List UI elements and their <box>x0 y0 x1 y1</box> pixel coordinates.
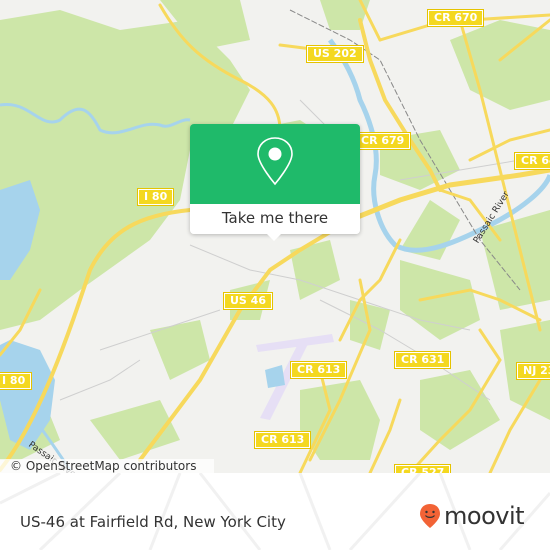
road-shield-us-202: US 202 <box>306 45 364 63</box>
footer: US-46 at Fairfield Rd, New York City moo… <box>0 473 550 550</box>
road-shield-cr-527: CR 527 <box>393 464 452 473</box>
map-attribution[interactable]: © OpenStreetMap contributors <box>0 459 214 473</box>
road-shield-cr-679: CR 679 <box>353 132 412 150</box>
popup-arrow <box>266 233 282 241</box>
location-popup: Take me there <box>190 124 360 241</box>
road-shield-cr-646: CR 646 <box>513 152 550 170</box>
road-shield-cr-613: CR 613 <box>289 361 348 379</box>
moovit-logo[interactable]: moovit <box>419 502 525 530</box>
moovit-wordmark: moovit <box>444 502 525 530</box>
take-me-there-button[interactable]: Take me there <box>190 204 360 241</box>
road-shield-cr-631: CR 631 <box>393 351 452 369</box>
map-view[interactable]: CR 670 US 202 CR 679 CR 646 I 80 I 80 US… <box>0 0 550 473</box>
road-shield-cr-670: CR 670 <box>426 9 485 27</box>
moovit-smiley-pin-icon <box>420 504 440 528</box>
road-shield-us-46: US 46 <box>223 292 273 310</box>
location-pin-icon <box>257 137 293 186</box>
road-shield-i-80: I 80 <box>136 188 175 206</box>
take-me-there-label: Take me there <box>221 209 329 227</box>
road-shield-i-80: I 80 <box>0 372 33 390</box>
popup-header <box>190 124 360 204</box>
stop-address: US-46 at Fairfield Rd, New York City <box>20 513 286 531</box>
road-shield-nj-23: NJ 23 <box>515 362 550 380</box>
road-shield-cr-613: CR 613 <box>253 431 312 449</box>
